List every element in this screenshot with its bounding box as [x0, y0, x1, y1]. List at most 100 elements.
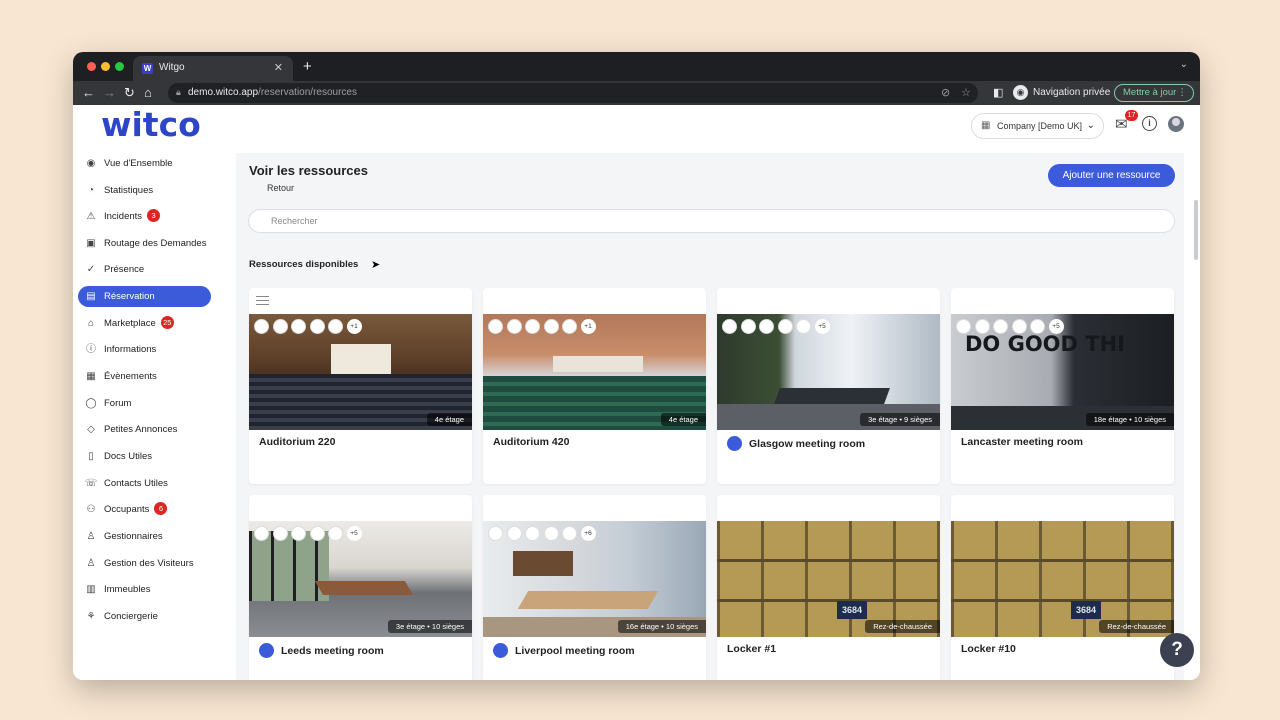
resource-card-locker-10[interactable]: 3684 Rez-de-chaussée Locker #10 [951, 495, 1174, 680]
help-button[interactable]: ? [1160, 633, 1194, 667]
resource-image: 3684 Rez-de-chaussée [951, 521, 1174, 637]
check-circle-icon: ✓ [86, 264, 96, 275]
resource-meta: Rez-de-chaussée [865, 620, 940, 633]
url-field[interactable]: 🔒︎ demo.witco.app/reservation/resources … [168, 83, 978, 103]
resource-card-leeds[interactable]: +5 3e étage • 10 sièges Leeds meeting ro… [249, 495, 472, 680]
home-icon[interactable]: ⌂ [144, 84, 152, 102]
tab-search-chevron-icon[interactable]: ⌄ [1180, 59, 1188, 70]
browser-tab[interactable]: W Witgo ✕ [133, 56, 293, 81]
sidebar-item-incidents[interactable]: ⚠ Incidents 3 [78, 206, 211, 227]
shop-icon: ⌂ [87, 318, 95, 329]
resource-name: Leeds meeting room [281, 645, 384, 657]
pie-chart-icon: ◔ [87, 185, 95, 196]
resource-card-auditorium-420[interactable]: +1 4e étage Auditorium 420 [483, 288, 706, 484]
status-dot [493, 643, 508, 658]
info-icon[interactable]: i [1142, 116, 1157, 131]
phone-icon: ☏ [84, 478, 98, 489]
hamburger-menu-icon[interactable] [256, 296, 269, 308]
more-menu-icon[interactable]: ⋮ [1178, 85, 1188, 101]
incognito-icon[interactable]: ◉ [1013, 85, 1028, 100]
forward-arrow-icon[interactable]: → [103, 84, 116, 102]
sidebar-item-gestion-visiteurs[interactable]: ♙ Gestion des Visiteurs [78, 553, 211, 574]
building-icon: ▦ [981, 120, 991, 131]
bookmark-star-icon[interactable]: ☆ [961, 86, 971, 99]
sidebar-item-evenements[interactable]: ▦ Évènements [78, 366, 211, 387]
sidebar-item-reservation[interactable]: ▤ Réservation [78, 286, 211, 307]
eye-slash-icon[interactable]: ⊘ [941, 86, 950, 99]
resource-card-glasgow[interactable]: +5 3e étage • 9 sièges Glasgow meeting r… [717, 288, 940, 484]
avatar-group: +6 [488, 526, 596, 541]
app: witco ▦ Company [Demo UK] ⌄ ✉ 17 i ◉ Vue … [73, 105, 1200, 680]
resource-card-lancaster[interactable]: DO GOOD THI +5 18e étage • 10 sièges Lan… [951, 288, 1174, 484]
locker-plate: 3684 [837, 601, 867, 619]
incidents-badge: 3 [147, 209, 161, 222]
maximize-window-button[interactable] [115, 62, 124, 71]
sidebar-item-contacts-utiles[interactable]: ☏ Contacts Utiles [78, 473, 211, 494]
chat-bubble-icon: ◯ [85, 398, 97, 409]
chevron-down-icon: ⌄ [1086, 120, 1095, 131]
resource-meta: 4e étage [660, 413, 706, 426]
sidebar-item-docs-utiles[interactable]: ▯ Docs Utiles [78, 446, 211, 467]
contact-card-icon: ▣ [86, 238, 96, 249]
side-panel-icon[interactable]: ◧ [993, 86, 1003, 99]
avatar[interactable] [1168, 116, 1184, 132]
resource-meta: 3e étage • 9 sièges [860, 413, 940, 426]
resource-name: Auditorium 420 [493, 436, 570, 448]
address-bar: ← → ↻ ⌂ 🔒︎ demo.witco.app/reservation/re… [73, 81, 1200, 105]
section-title: Ressources disponibles [249, 259, 359, 270]
tab-close-icon[interactable]: ✕ [274, 61, 283, 74]
sidebar-item-presence[interactable]: ✓ Présence [78, 259, 211, 280]
avatar-group: +5 [956, 319, 1064, 334]
resource-card-liverpool[interactable]: +6 16e étage • 10 sièges Liverpool meeti… [483, 495, 706, 680]
main-content: Voir les ressources Retour Ajouter une r… [236, 153, 1184, 680]
close-window-button[interactable] [87, 62, 96, 71]
resource-image: 3684 Rez-de-chaussée [717, 521, 940, 637]
users-icon: ⚇ [86, 504, 96, 515]
back-link[interactable]: Retour [267, 183, 294, 193]
reload-icon[interactable]: ↻ [124, 84, 135, 102]
sidebar-item-conciergerie[interactable]: ⚘ Conciergerie [78, 606, 211, 627]
add-resource-button[interactable]: Ajouter une ressource [1048, 164, 1175, 187]
resource-meta: Rez-de-chaussée [1099, 620, 1174, 633]
avatar-group: +1 [254, 319, 362, 334]
sidebar-item-petites-annonces[interactable]: ◇ Petites Annonces [78, 419, 211, 440]
resource-image: +6 16e étage • 10 sièges [483, 521, 706, 637]
resource-name: Locker #10 [961, 643, 1016, 655]
wall-text: DO GOOD THI [965, 332, 1125, 356]
sidebar-item-forum[interactable]: ◯ Forum [78, 393, 211, 414]
info-icon: ⓘ [86, 344, 96, 355]
search-input[interactable]: Rechercher [248, 209, 1175, 233]
sidebar-item-occupants[interactable]: ⚇ Occupants 6 [78, 499, 211, 520]
calendar-event-icon: ▦ [86, 371, 96, 382]
resource-card-auditorium-220[interactable]: +1 4e étage Auditorium 220 [249, 288, 472, 484]
tab-title: Witgo [159, 62, 185, 73]
document-icon: ▯ [88, 451, 94, 462]
sidebar-item-marketplace[interactable]: ⌂ Marketplace 25 [78, 313, 211, 334]
minimize-window-button[interactable] [101, 62, 110, 71]
sidebar-item-statistiques[interactable]: ◔ Statistiques [78, 180, 211, 201]
resource-image: DO GOOD THI +5 18e étage • 10 sièges [951, 314, 1174, 430]
status-dot [259, 643, 274, 658]
sidebar-item-gestionnaires[interactable]: ♙ Gestionnaires [78, 526, 211, 547]
update-browser-button[interactable]: Mettre à jour ⋮ [1114, 84, 1194, 102]
sidebar-item-routage[interactable]: ▣ Routage des Demandes [78, 233, 211, 254]
sidebar-item-immeubles[interactable]: ▥ Immeubles [78, 579, 211, 600]
occupants-badge: 6 [154, 502, 168, 515]
eye-icon: ◉ [86, 158, 96, 169]
warning-icon: ⚠ [86, 211, 96, 222]
calendar-icon: ▤ [86, 291, 96, 302]
sidebar-item-vue-d-ensemble[interactable]: ◉ Vue d'Ensemble [78, 153, 211, 174]
scrollbar[interactable] [1194, 200, 1198, 260]
back-arrow-icon[interactable]: ← [82, 84, 95, 102]
building-icon: ▥ [86, 584, 96, 595]
resource-card-locker-1[interactable]: 3684 Rez-de-chaussée Locker #1 [717, 495, 940, 680]
sidebar-item-informations[interactable]: ⓘ Informations [78, 339, 211, 360]
resource-name: Glasgow meeting room [749, 438, 866, 450]
new-tab-button[interactable]: + [303, 58, 312, 75]
resource-meta: 3e étage • 10 sièges [387, 620, 472, 633]
witco-logo[interactable]: witco [101, 105, 201, 145]
company-selector[interactable]: ▦ Company [Demo UK] ⌄ [971, 113, 1104, 139]
resource-name: Locker #1 [727, 643, 777, 655]
locker-plate: 3684 [1071, 601, 1101, 619]
tab-strip: W Witgo ✕ + ⌄ [73, 52, 1200, 81]
